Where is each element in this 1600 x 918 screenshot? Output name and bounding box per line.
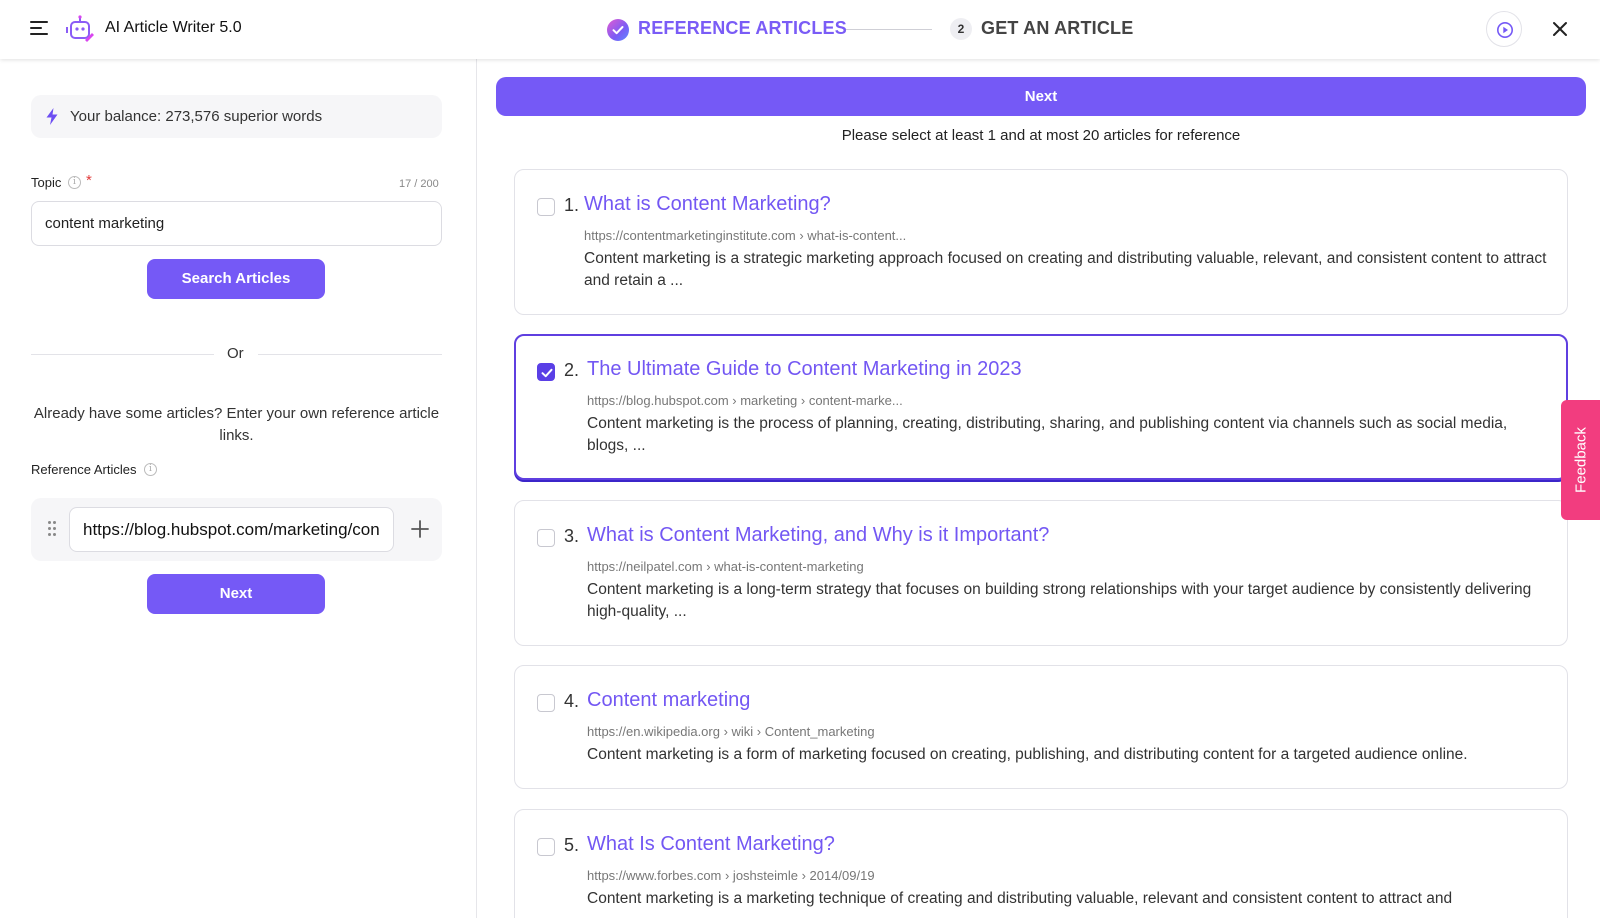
article-url: https://en.wikipedia.org › wiki › Conten… — [587, 724, 875, 739]
drag-handle-icon[interactable] — [48, 521, 58, 537]
article-card[interactable]: 1. What is Content Marketing? https://co… — [514, 169, 1568, 315]
article-card[interactable]: 3. What is Content Marketing, and Why is… — [514, 500, 1568, 646]
topic-char-count: 17 / 200 — [399, 178, 439, 190]
step-reference-articles: REFERENCE ARTICLES — [638, 18, 847, 38]
article-title-link[interactable]: What Is Content Marketing? — [587, 833, 835, 856]
article-url: https://www.forbes.com › joshsteimle › 2… — [587, 868, 875, 883]
checkmark-icon — [541, 368, 553, 378]
article-number: 1. — [564, 195, 580, 215]
add-link-plus-icon[interactable] — [410, 519, 430, 539]
balance-box: Your balance: 273,576 superior words — [31, 95, 442, 138]
article-card[interactable]: 5. What Is Content Marketing? https://ww… — [514, 809, 1568, 918]
step1-check-icon — [607, 19, 629, 41]
topic-input[interactable] — [31, 201, 442, 246]
menu-icon[interactable] — [30, 20, 48, 36]
article-snippet: Content marketing is a long-term strateg… — [587, 581, 1532, 620]
article-snippet: Content marketing is a form of marketing… — [587, 746, 1468, 763]
article-checkbox[interactable] — [537, 529, 555, 547]
reference-articles-label: Reference Articles — [31, 462, 137, 477]
article-checkbox[interactable] — [537, 198, 555, 216]
required-asterisk: * — [86, 172, 92, 189]
article-card[interactable]: 4. Content marketing https://en.wikipedi… — [514, 665, 1568, 789]
topic-info-icon[interactable]: i — [68, 176, 81, 189]
article-number: 4. — [564, 691, 580, 711]
article-snippet: Content marketing is the process of plan… — [587, 415, 1508, 454]
left-panel: Your balance: 273,576 superior words Top… — [0, 59, 477, 918]
topic-label: Topic — [31, 175, 62, 190]
article-checkbox-checked[interactable] — [537, 363, 555, 381]
divider-left — [31, 354, 214, 355]
article-title-link[interactable]: The Ultimate Guide to Content Marketing … — [587, 358, 1022, 381]
step2-number-badge: 2 — [950, 18, 972, 40]
search-articles-button[interactable]: Search Articles — [147, 259, 325, 299]
step-get-an-article: GET AN ARTICLE — [981, 18, 1134, 38]
or-separator-text: Or — [227, 345, 244, 362]
article-url: https://contentmarketinginstitute.com › … — [584, 228, 907, 243]
right-panel: Next Please select at least 1 and at mos… — [478, 59, 1600, 918]
article-title-link[interactable]: What is Content Marketing, and Why is it… — [587, 524, 1049, 547]
app-title: AI Article Writer 5.0 — [105, 19, 242, 36]
reference-info-icon[interactable]: i — [144, 463, 157, 476]
robot-writer-logo-icon — [66, 15, 94, 42]
article-url: https://blog.hubspot.com › marketing › c… — [587, 393, 903, 408]
next-button[interactable]: Next — [496, 77, 1586, 116]
reference-link-row — [31, 498, 442, 561]
article-card-selected[interactable]: 2. The Ultimate Guide to Content Marketi… — [514, 334, 1568, 480]
article-snippet: Content marketing is a strategic marketi… — [584, 250, 1547, 289]
close-icon[interactable] — [1550, 19, 1570, 39]
reference-link-input[interactable] — [69, 507, 394, 552]
selection-instruction: Please select at least 1 and at most 20 … — [841, 127, 1241, 144]
own-articles-prompt: Already have some articles? Enter your o… — [33, 405, 440, 444]
play-circle-icon — [1497, 22, 1513, 38]
play-tutorial-button[interactable] — [1486, 11, 1522, 47]
article-url: https://neilpatel.com › what-is-content-… — [587, 559, 864, 574]
top-header: AI Article Writer 5.0 REFERENCE ARTICLES… — [0, 0, 1600, 59]
article-title-link[interactable]: Content marketing — [587, 689, 750, 712]
lightning-bolt-icon — [46, 108, 58, 125]
left-next-button[interactable]: Next — [147, 574, 325, 614]
article-number: 5. — [564, 835, 580, 855]
article-number: 2. — [564, 360, 580, 380]
balance-text: Your balance: 273,576 superior words — [70, 108, 323, 125]
article-snippet: Content marketing is a marketing techniq… — [587, 890, 1453, 907]
article-checkbox[interactable] — [537, 838, 555, 856]
article-number: 3. — [564, 526, 580, 546]
article-title-link[interactable]: What is Content Marketing? — [584, 193, 831, 216]
divider-right — [258, 354, 442, 355]
feedback-tab[interactable]: Feedback — [1561, 400, 1600, 520]
feedback-label: Feedback — [1572, 427, 1589, 493]
step-connector — [846, 29, 932, 30]
article-checkbox[interactable] — [537, 694, 555, 712]
